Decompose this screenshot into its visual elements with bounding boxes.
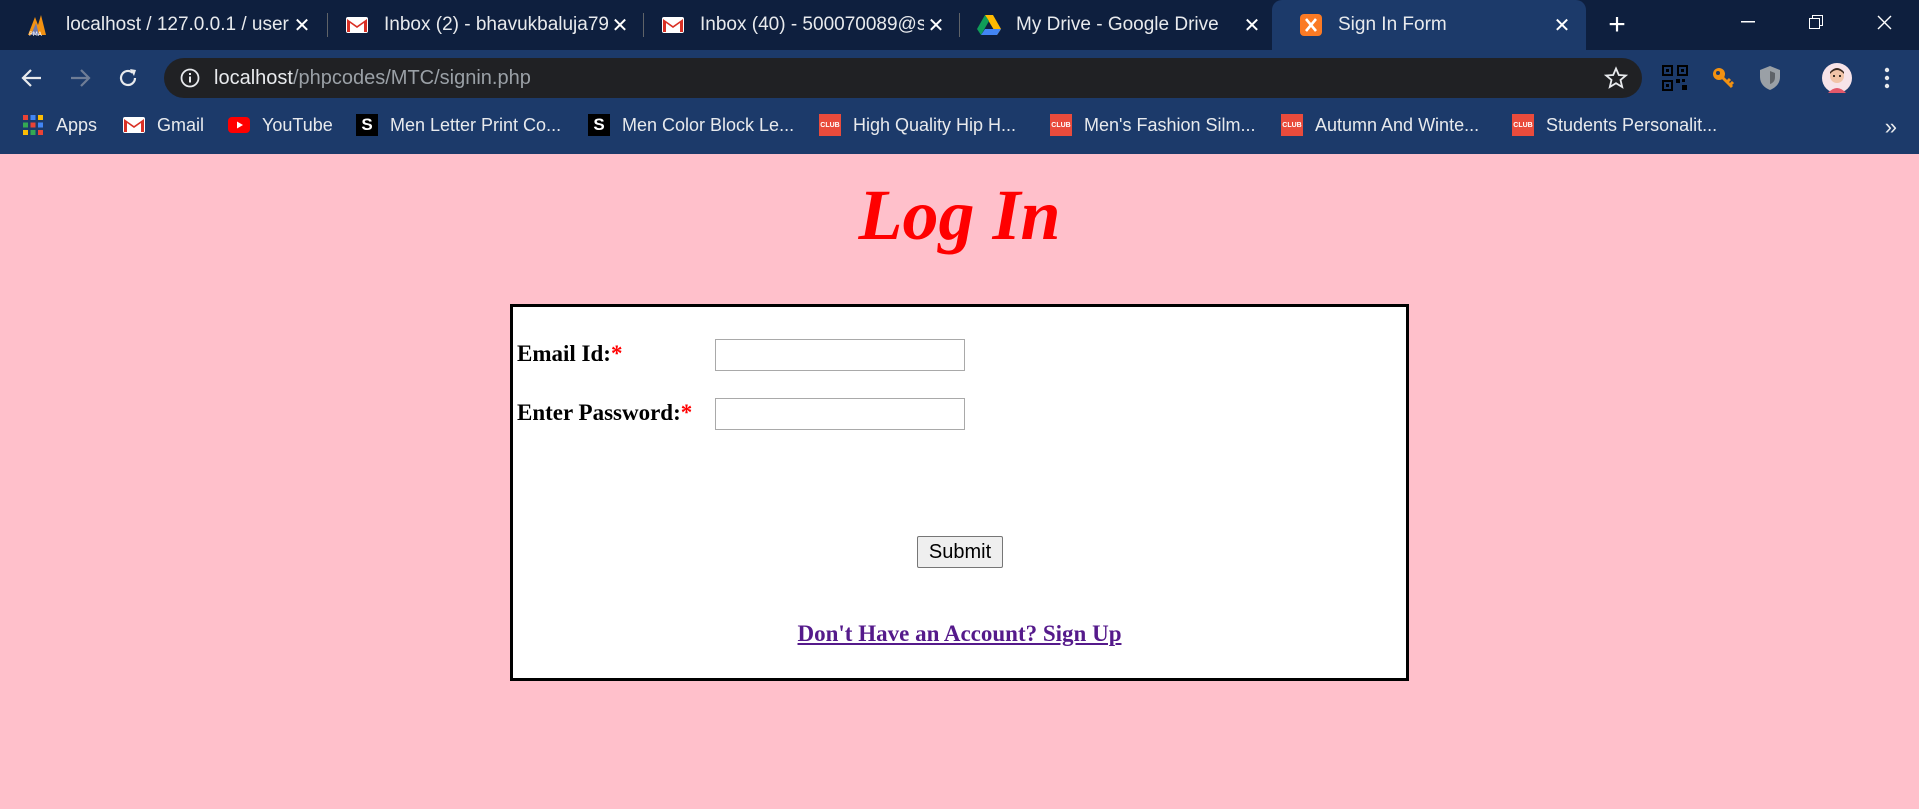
page-title: Log In — [858, 175, 1061, 255]
google-drive-icon — [976, 12, 1002, 38]
email-label-text: Email Id: — [517, 341, 611, 366]
more-bookmarks-chevron-icon[interactable]: » — [1885, 114, 1897, 140]
email-label: Email Id:* — [517, 341, 622, 367]
bookmark-clubfactory-2[interactable]: CLUB Men's Fashion Silm... — [1050, 106, 1256, 144]
bookmark-gmail[interactable]: Gmail — [123, 106, 204, 144]
bookmark-label: Men Letter Print Co... — [390, 114, 562, 135]
shein-icon: S — [588, 114, 610, 136]
reload-button[interactable] — [112, 62, 144, 94]
email-field[interactable] — [715, 339, 965, 371]
clubfactory-icon: CLUB — [1050, 114, 1072, 136]
tab-title: My Drive - Google Drive — [1016, 14, 1219, 35]
url-host: localhost — [214, 66, 293, 89]
bookmark-label: Students Personalit... — [1546, 114, 1718, 135]
qr-code-icon[interactable] — [1660, 63, 1690, 93]
tab-title: Inbox (40) - 500070089@stu — [700, 14, 924, 35]
xampp-icon — [1298, 12, 1324, 38]
tab-sign-in-form[interactable]: Sign In Form ✕ — [1272, 0, 1586, 50]
info-icon[interactable] — [178, 66, 202, 90]
reload-icon — [119, 69, 137, 87]
restore-button[interactable] — [1782, 0, 1850, 44]
close-icon[interactable]: ✕ — [1550, 13, 1574, 37]
address-bar[interactable]: localhost/phpcodes/MTC/signin.php — [164, 58, 1642, 98]
browser-tab-strip: PMA localhost / 127.0.0.1 / user c ✕ Inb… — [0, 0, 1919, 50]
tab-gmail-1[interactable]: Inbox (2) - bhavukbaluja795 ✕ — [318, 0, 644, 50]
clubfactory-icon: CLUB — [819, 114, 841, 136]
bookmark-clubfactory-1[interactable]: CLUB High Quality Hip H... — [819, 106, 1016, 144]
bookmark-youtube[interactable]: YouTube — [228, 106, 333, 144]
close-icon[interactable]: ✕ — [608, 13, 632, 37]
bookmark-label: Apps — [56, 114, 98, 135]
bookmark-shein-2[interactable]: S Men Color Block Le... — [588, 106, 794, 144]
bookmark-label: High Quality Hip H... — [853, 114, 1017, 135]
minimize-button[interactable] — [1714, 0, 1782, 44]
bookmark-label: YouTube — [262, 114, 333, 135]
tab-title: Sign In Form — [1338, 14, 1447, 35]
bookmark-label: Men's Fashion Silm... — [1084, 114, 1256, 135]
apps-grid-icon — [22, 114, 44, 136]
close-window-button[interactable] — [1850, 0, 1918, 44]
close-icon[interactable]: ✕ — [290, 13, 314, 37]
bookmark-star-icon[interactable] — [1603, 66, 1629, 90]
back-button[interactable] — [16, 62, 48, 94]
password-label-text: Enter Password: — [517, 400, 681, 425]
key-extension-icon[interactable] — [1708, 63, 1738, 93]
clubfactory-icon: CLUB — [1281, 114, 1303, 136]
bookmark-label: Autumn And Winte... — [1315, 114, 1480, 135]
signup-link[interactable]: Don't Have an Account? Sign Up — [513, 621, 1406, 647]
forward-arrow-icon — [71, 69, 91, 87]
back-arrow-icon — [21, 69, 41, 87]
bookmark-apps[interactable]: Apps — [22, 106, 97, 144]
close-icon[interactable]: ✕ — [1240, 13, 1264, 37]
gmail-icon — [660, 12, 686, 38]
new-tab-button[interactable]: + — [1600, 8, 1634, 42]
shein-icon: S — [356, 114, 378, 136]
bookmark-shein-1[interactable]: S Men Letter Print Co... — [356, 106, 561, 144]
forward-button[interactable] — [64, 62, 96, 94]
bookmarks-bar: Apps Gmail YouTube S Men Letter Print Co… — [0, 106, 1919, 154]
url-path: /phpcodes/MTC/signin.php — [292, 66, 531, 89]
tab-title: Inbox (2) - bhavukbaluja795 — [384, 14, 608, 35]
tab-gmail-2[interactable]: Inbox (40) - 500070089@stu ✕ — [634, 0, 960, 50]
url-text[interactable]: localhost/phpcodes/MTC/signin.php — [214, 67, 531, 90]
minimize-icon — [1741, 21, 1755, 23]
bookmark-clubfactory-4[interactable]: CLUB Students Personalit... — [1512, 106, 1717, 144]
password-field[interactable] — [715, 398, 965, 430]
submit-button[interactable]: Submit — [917, 536, 1003, 568]
bookmark-label: Gmail — [157, 114, 205, 135]
close-icon — [1877, 15, 1891, 29]
close-icon[interactable]: ✕ — [924, 13, 948, 37]
password-label: Enter Password:* — [517, 400, 692, 426]
tab-title: localhost / 127.0.0.1 / user c — [66, 14, 290, 35]
phpmyadmin-icon: PMA — [26, 12, 52, 38]
svg-text:PMA: PMA — [29, 31, 43, 37]
youtube-icon — [228, 114, 250, 136]
shield-icon[interactable] — [1755, 63, 1785, 93]
profile-avatar[interactable] — [1822, 63, 1852, 93]
browser-toolbar: localhost/phpcodes/MTC/signin.php — [0, 50, 1919, 106]
gmail-icon — [123, 114, 145, 136]
signin-form: Email Id:* Enter Password:* Submit Don't… — [510, 304, 1409, 681]
tab-phpmyadmin[interactable]: PMA localhost / 127.0.0.1 / user c ✕ — [0, 0, 326, 50]
clubfactory-icon: CLUB — [1512, 114, 1534, 136]
required-asterisk: * — [680, 400, 693, 425]
gmail-icon — [344, 12, 370, 38]
bookmark-clubfactory-3[interactable]: CLUB Autumn And Winte... — [1281, 106, 1479, 144]
more-menu-icon[interactable] — [1872, 63, 1902, 93]
required-asterisk: * — [610, 341, 623, 366]
restore-icon — [1809, 15, 1823, 29]
bookmark-label: Men Color Block Le... — [622, 114, 795, 135]
tab-google-drive[interactable]: My Drive - Google Drive ✕ — [950, 0, 1276, 50]
